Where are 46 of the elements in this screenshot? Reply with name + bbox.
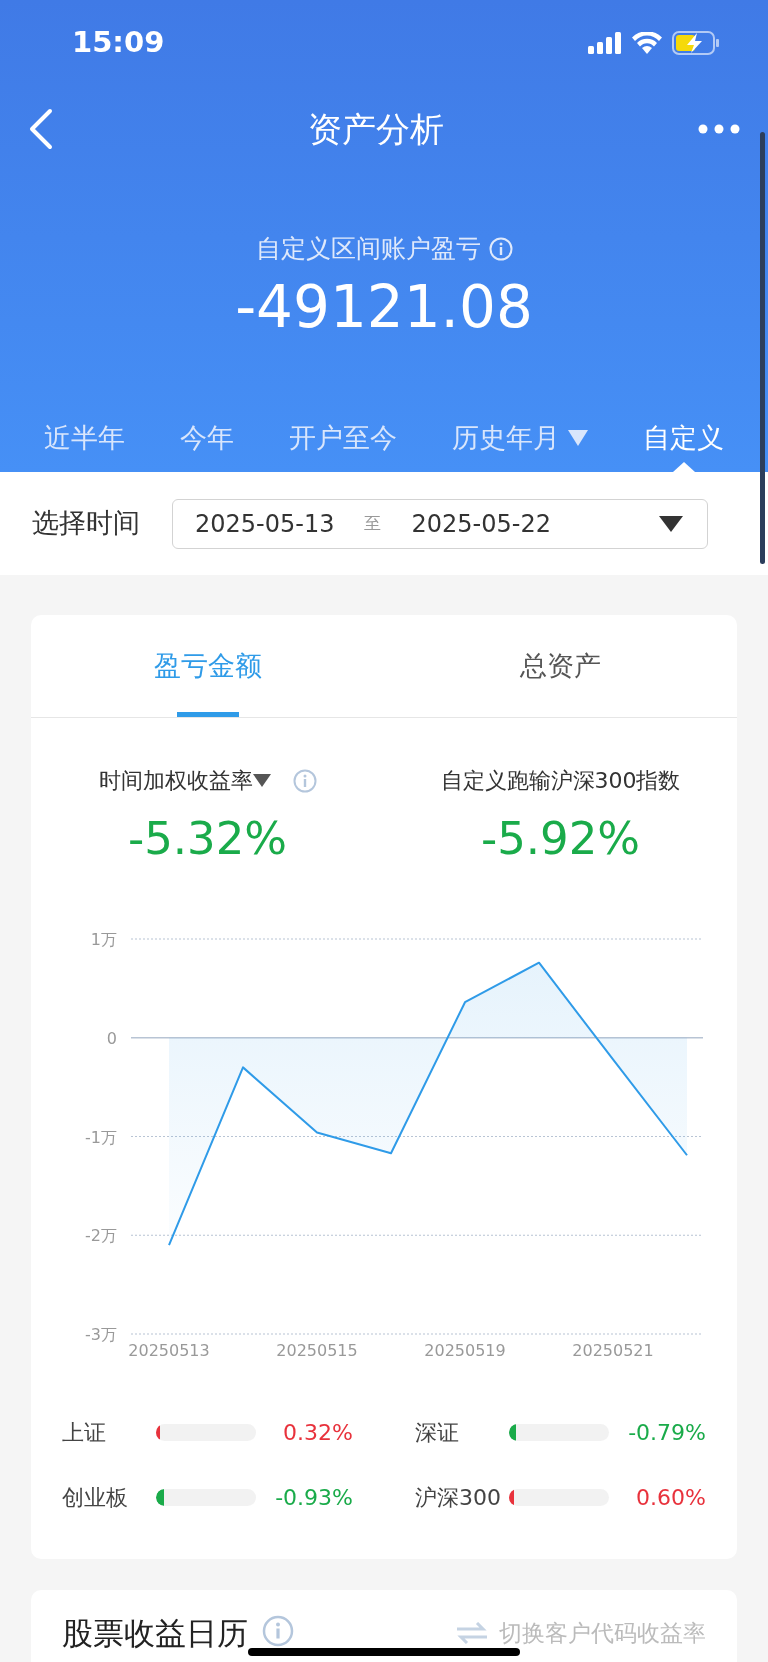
more-icon[interactable] — [698, 124, 740, 134]
index-change: -0.93% — [275, 1484, 353, 1512]
status-time: 15:09 — [72, 24, 165, 62]
date-separator: 至 — [364, 511, 382, 535]
date-range-picker[interactable]: 2025-05-13 至 2025-05-22 — [172, 498, 708, 549]
date-label: 选择时间 — [32, 506, 140, 541]
back-icon[interactable] — [28, 108, 54, 150]
dropdown-triangle-icon[interactable] — [252, 773, 271, 788]
x-axis-label: 20250515 — [276, 1341, 358, 1360]
x-axis-label: 20250513 — [128, 1341, 210, 1360]
index-name: 沪深300 — [415, 1484, 502, 1512]
calendar-title: 股票收益日历 — [62, 1614, 248, 1653]
page-title: 资产分析 — [308, 107, 444, 151]
metric-value: -5.32% — [127, 811, 288, 867]
y-axis-label: 1万 — [90, 930, 117, 949]
signal-icon — [588, 32, 622, 54]
index-change: 0.60% — [636, 1484, 706, 1512]
index-name: 创业板 — [62, 1484, 129, 1512]
end-date: 2025-05-22 — [411, 508, 551, 540]
dropdown-triangle-icon — [659, 515, 683, 532]
summary-value: -49121.08 — [235, 271, 533, 342]
switch-link[interactable]: 切换客户代码收益率 — [457, 1616, 706, 1651]
metric-label: 自定义跑输沪深300指数 — [440, 767, 681, 795]
battery-charging-icon — [672, 31, 720, 55]
period-tab[interactable]: 今年 — [180, 417, 234, 472]
y-axis-label: -2万 — [85, 1226, 117, 1246]
metric-label: 时间加权收益率 — [98, 767, 253, 795]
metric-value: -5.92% — [480, 811, 641, 867]
wifi-icon — [632, 32, 662, 54]
x-axis-label: 20250519 — [424, 1341, 506, 1360]
summary-label: 自定义区间账户盈亏 — [255, 233, 481, 265]
chart-tab[interactable]: 盈亏金额 — [31, 615, 384, 717]
index-name: 深证 — [415, 1419, 460, 1447]
y-axis-label: -3万 — [85, 1325, 117, 1344]
period-tab[interactable]: 历史年月 — [452, 417, 588, 472]
chart-tab[interactable]: 总资产 — [384, 615, 737, 717]
x-axis-label: 20250521 — [572, 1341, 654, 1360]
swap-arrows-icon — [457, 1622, 487, 1645]
index-change: 0.32% — [283, 1419, 353, 1447]
period-tab[interactable]: 开户至今 — [289, 417, 397, 472]
start-date: 2025-05-13 — [195, 508, 335, 540]
y-axis-label: -1万 — [85, 1127, 117, 1147]
index-name: 上证 — [62, 1419, 107, 1447]
period-tab[interactable]: 近半年 — [44, 417, 125, 472]
y-axis-label: 0 — [106, 1028, 117, 1048]
index-change: -0.79% — [628, 1419, 706, 1447]
